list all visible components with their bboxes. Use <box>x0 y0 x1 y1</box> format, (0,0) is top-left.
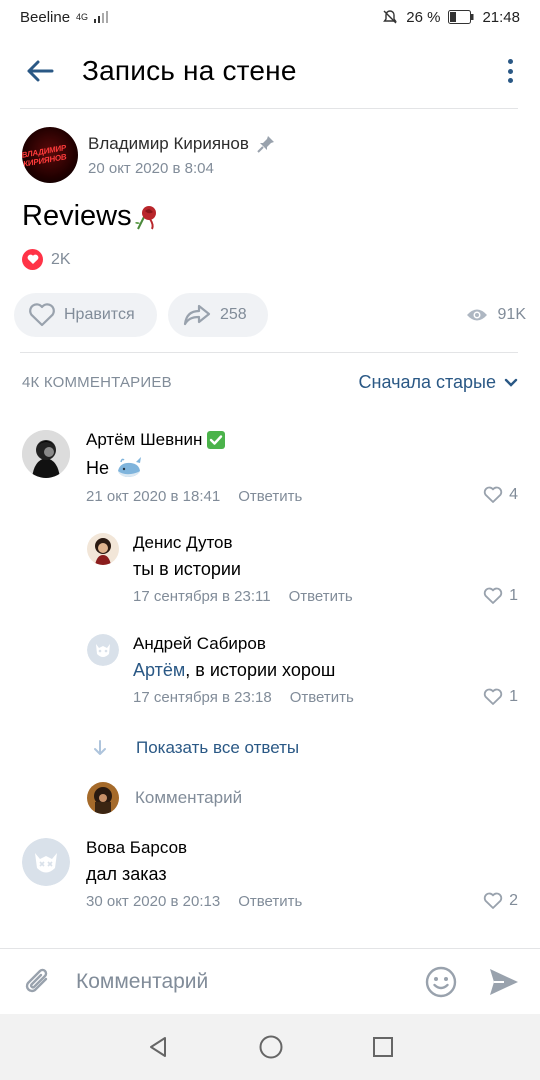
comment-item: Вова Барсов дал заказ 30 окт 2020 в 20:1… <box>22 838 302 910</box>
nav-home-icon[interactable] <box>258 1034 284 1060</box>
commenter-name[interactable]: Вова Барсов <box>86 838 187 858</box>
comment-date: 21 окт 2020 в 18:41 <box>86 488 221 505</box>
paperclip-icon[interactable] <box>22 965 54 999</box>
nav-recents-icon[interactable] <box>372 1036 394 1058</box>
reply-button[interactable]: Ответить <box>238 488 302 505</box>
sort-label: Сначала старые <box>358 372 496 392</box>
send-icon[interactable] <box>488 967 520 997</box>
back-arrow-icon <box>27 60 54 82</box>
comment-text: ты в истории <box>133 559 241 579</box>
show-all-replies-label: Показать все ответы <box>136 738 300 757</box>
avatar-logo-text: ВЛАДИМИР КИРИЯНОВ <box>22 143 68 169</box>
post-author[interactable]: ВЛАДИМИР КИРИЯНОВ Владимир Кириянов 20 о… <box>22 127 275 183</box>
app-header: Запись на стене <box>0 34 540 108</box>
comment-date: 30 окт 2020 в 20:13 <box>86 893 221 910</box>
author-avatar[interactable]: ВЛАДИМИР КИРИЯНОВ <box>22 127 78 183</box>
heart-outline-icon <box>483 486 503 503</box>
comment-like-button[interactable]: 1 <box>483 587 518 605</box>
mention-link[interactable]: Артём <box>133 660 185 681</box>
reply-input[interactable]: Комментарий <box>87 782 242 814</box>
commenter-avatar[interactable] <box>87 533 119 565</box>
signal-icon <box>94 11 109 23</box>
post-actions: Нравится 258 91K <box>14 293 530 337</box>
carrier-label: Beeline <box>20 8 71 26</box>
divider <box>20 108 518 109</box>
post-date: 20 окт 2020 в 8:04 <box>88 159 214 177</box>
commenter-name[interactable]: Артём Шевнин <box>86 430 202 450</box>
my-avatar <box>87 782 119 814</box>
comment-text: Не <box>86 457 110 478</box>
post-text: Reviews <box>22 200 160 233</box>
share-button[interactable]: 258 <box>168 293 268 337</box>
mute-bell-icon <box>383 10 398 24</box>
views-count: 91K <box>497 306 526 323</box>
like-button[interactable]: Нравится <box>14 293 157 337</box>
reply-button[interactable]: Ответить <box>289 588 353 605</box>
comment-item: Артём Шевнин Не 21 окт 2020 в 18:41 Отве… <box>22 430 302 505</box>
nav-back-icon[interactable] <box>146 1035 170 1059</box>
comment-like-button[interactable]: 4 <box>483 486 518 504</box>
views-counter: 91K <box>466 306 530 324</box>
comment-like-count: 1 <box>509 688 518 705</box>
battery-icon <box>448 10 474 24</box>
heart-reaction-icon <box>22 249 43 270</box>
comment-like-button[interactable]: 2 <box>483 892 518 910</box>
author-name[interactable]: Владимир Кириянов <box>88 134 249 154</box>
verified-check-icon <box>207 431 226 449</box>
chevron-down-icon <box>504 378 518 387</box>
comment-like-button[interactable]: 1 <box>483 688 518 706</box>
divider <box>20 352 518 353</box>
like-label: Нравится <box>64 306 135 323</box>
reply-item: Андрей Сабиров Артём, в истории хорош 17… <box>87 634 354 706</box>
reply-item: Денис Дутов ты в истории 17 сентября в 2… <box>87 533 353 605</box>
comment-text: дал заказ <box>86 864 167 884</box>
more-menu-button[interactable] <box>498 56 522 86</box>
system-nav-bar <box>0 1014 540 1080</box>
comments-header: 4К КОММЕНТАРИЕВ Сначала старые <box>22 372 518 393</box>
eye-icon <box>466 309 487 321</box>
comment-composer: Комментарий <box>0 948 540 1014</box>
heart-outline-icon <box>483 688 503 705</box>
heart-outline-icon <box>29 303 55 327</box>
status-bar: Beeline 4G 26 % 21:48 <box>0 0 540 34</box>
reactions-row[interactable]: 2K <box>22 249 71 270</box>
commenter-avatar[interactable] <box>87 634 119 666</box>
reply-button[interactable]: Ответить <box>290 689 354 706</box>
post-text-content: Reviews <box>22 200 132 232</box>
network-type: 4G <box>76 11 89 22</box>
commenter-name[interactable]: Денис Дутов <box>133 533 233 553</box>
whale-emoji <box>118 457 142 477</box>
comment-like-count: 2 <box>509 892 518 909</box>
commenter-name[interactable]: Андрей Сабиров <box>133 634 266 654</box>
clock: 21:48 <box>482 8 520 26</box>
wilted-rose-emoji <box>134 205 156 229</box>
comment-like-count: 4 <box>509 486 518 503</box>
comment-input[interactable]: Комментарий <box>76 970 208 994</box>
share-count: 258 <box>220 306 247 323</box>
comment-text: , в истории хорош <box>185 660 336 680</box>
comments-count: 4К КОММЕНТАРИЕВ <box>22 374 172 391</box>
comment-like-count: 1 <box>509 587 518 604</box>
sort-dropdown[interactable]: Сначала старые <box>359 372 518 393</box>
emoji-smile-icon[interactable] <box>424 965 458 999</box>
share-arrow-icon <box>183 304 211 326</box>
heart-outline-icon <box>483 892 503 909</box>
reactions-count: 2K <box>51 250 71 268</box>
back-button[interactable] <box>20 51 60 91</box>
commenter-avatar[interactable] <box>22 838 70 886</box>
commenter-avatar[interactable] <box>22 430 70 478</box>
pin-icon <box>257 135 274 153</box>
battery-percent: 26 % <box>406 8 441 26</box>
comment-date: 17 сентября в 23:11 <box>133 588 271 605</box>
show-all-replies-button[interactable]: Показать все ответы <box>92 738 299 758</box>
heart-outline-icon <box>483 587 503 604</box>
page-title: Запись на стене <box>82 55 297 86</box>
arrow-down-icon <box>94 740 106 755</box>
reply-placeholder: Комментарий <box>135 788 243 807</box>
comment-date: 17 сентября в 23:18 <box>133 689 272 706</box>
reply-button[interactable]: Ответить <box>238 893 302 910</box>
